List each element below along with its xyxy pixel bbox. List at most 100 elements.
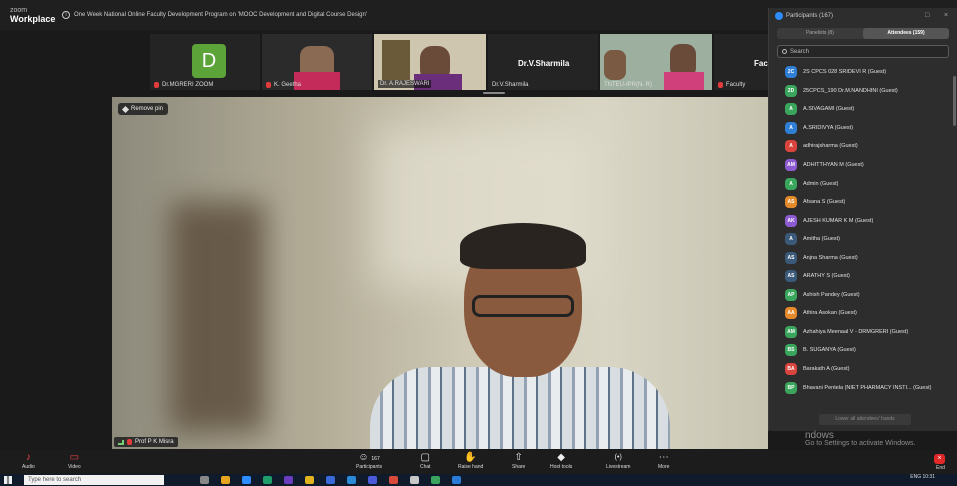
participant-row[interactable]: AM ADHITTHYAN M (Guest) (769, 156, 957, 175)
chrome-icon[interactable] (389, 476, 398, 484)
zoom-icon (775, 12, 783, 20)
participant-row[interactable]: 2C 2S CPCS 028 SRIDEVI R (Guest) (769, 63, 957, 82)
more-button[interactable]: ⋯ More (658, 452, 669, 470)
clock[interactable]: 10:31 (922, 474, 935, 480)
host-tools-button[interactable]: ◆ Host tools (550, 452, 572, 470)
zoom-app-icon[interactable] (242, 476, 251, 484)
tile-name: TNTEU-IPR(N. R) (604, 82, 652, 88)
participant-row[interactable]: A Admin (Guest) (769, 174, 957, 193)
app-icon[interactable] (410, 476, 419, 484)
chat-button[interactable]: ▢ Chat (420, 452, 431, 470)
video-tile[interactable]: K. Geetha (262, 34, 372, 90)
audio-button[interactable]: ♪ Audio (22, 452, 35, 470)
speaker-glasses (472, 295, 574, 317)
participant-name: Admin (Guest) (803, 180, 839, 187)
participant-row[interactable]: BP Bhavani Pentela (NIET PHARMACY INSTI..… (769, 378, 957, 397)
app-icon[interactable] (368, 476, 377, 484)
participant-name: AJESH KUMAR K M (Guest) (803, 217, 874, 224)
task-view-icon[interactable] (200, 476, 209, 484)
windows-taskbar: Type here to search ENG 10:31 (0, 474, 957, 486)
participant-row[interactable]: AS Anjna Sharma (Guest) (769, 248, 957, 267)
participant-name: Azhahiya Meenaal V - DRMGRERI (Guest) (803, 328, 909, 335)
participant-row[interactable]: 2D 25CPCS_190 Dr.M.NANDHINI (Guest) (769, 82, 957, 101)
meeting-info[interactable]: i One Week National Online Faculty Devel… (62, 11, 367, 19)
tile-name: Dr. A.RAJESWARI (378, 80, 432, 88)
app-icon[interactable] (326, 476, 335, 484)
video-tile[interactable]: Dr. A.RAJESWARI (374, 34, 486, 90)
strip-resize-handle[interactable] (483, 92, 505, 94)
language-indicator[interactable]: ENG (910, 474, 921, 480)
participant-name: Ashish Pandey (Guest) (803, 291, 860, 298)
participant-row[interactable]: A A.SRIDIVYA (Guest) (769, 119, 957, 138)
app-icon[interactable] (431, 476, 440, 484)
video-tile[interactable]: D Dr.MGRERI ZOOM (150, 34, 260, 90)
share-button[interactable]: ⇧ Share (512, 452, 525, 470)
windows-start-icon[interactable] (4, 476, 12, 484)
system-tray[interactable]: ENG 10:31 (910, 475, 935, 480)
video-tile[interactable]: Dr.V.Sharmila Dr.V.Sharmila (488, 34, 598, 90)
participant-row[interactable]: AS ARATHY S (Guest) (769, 267, 957, 286)
info-icon[interactable]: i (62, 11, 70, 19)
tab-attendees[interactable]: Attendees (159) (863, 28, 949, 39)
participant-row[interactable]: BS B. SUGANYA (Guest) (769, 341, 957, 360)
participants-icon: ☺ 167 (358, 452, 380, 463)
taskbar-search[interactable]: Type here to search (24, 475, 164, 485)
end-button[interactable]: × (934, 454, 945, 464)
mic-muted-icon (154, 82, 159, 88)
video-tile[interactable]: TNTEU-IPR(N. R) (600, 34, 712, 90)
participant-name: ADHITTHYAN M (Guest) (803, 162, 864, 168)
participant-name: adhirajsharma (Guest) (803, 143, 858, 150)
video-tile[interactable]: Facu Faculty (714, 34, 770, 90)
participant-avatar: BP (785, 381, 797, 394)
participant-avatar: A (785, 233, 797, 246)
participant-list: 2C 2S CPCS 028 SRIDEVI R (Guest) 2D 25CPCS_… (769, 63, 957, 397)
participant-avatar: AP (785, 288, 797, 301)
participant-name: A.SRIDIVYA (Guest) (803, 124, 854, 131)
raise-hand-button[interactable]: ✋ Raise hand (458, 452, 483, 470)
mic-muted-icon (266, 82, 271, 88)
participant-row[interactable]: BA Barakath A (Guest) (769, 360, 957, 379)
close-icon[interactable]: × (944, 12, 948, 19)
app-icon[interactable] (284, 476, 293, 484)
search-icon (782, 49, 787, 54)
participant-row[interactable]: AK AJESH KUMAR K M (Guest) (769, 211, 957, 230)
app-icon[interactable] (305, 476, 314, 484)
brand-bottom: Workplace (10, 14, 56, 24)
participant-row[interactable]: AP Ashish Pandey (Guest) (769, 286, 957, 305)
participant-row[interactable]: Aadhirajsharma (Guest) (769, 137, 957, 156)
taskbar-search-input[interactable]: Type here to search (28, 477, 81, 483)
chat-icon: ▢ (420, 452, 430, 463)
participant-row[interactable]: AA Athira Asokan (Guest) (769, 304, 957, 323)
participant-avatar: AS (785, 251, 797, 264)
video-button[interactable]: ▭ Video (68, 452, 81, 470)
livestream-icon: (•) (614, 454, 622, 461)
participant-avatar: A (785, 177, 797, 190)
participants-tabs: Panelists (8) Attendees (159) (777, 28, 949, 39)
participant-avatar: A (785, 121, 797, 134)
app-icon[interactable] (347, 476, 356, 484)
shield-icon: ◆ (557, 452, 565, 463)
file-explorer-icon[interactable] (221, 476, 230, 484)
participant-row[interactable]: A A.SIVAGAMI (Guest) (769, 100, 957, 119)
participant-row[interactable]: AS Afsana S (Guest) (769, 193, 957, 212)
activation-watermark: ndows Go to Settings to activate Windows… (805, 430, 916, 448)
tab-panelists[interactable]: Panelists (8) (777, 28, 863, 39)
participant-avatar: BS (785, 344, 797, 357)
background-furniture (170, 202, 265, 432)
search-input[interactable]: Search (790, 49, 809, 55)
participant-row[interactable]: A Amitha (Guest) (769, 230, 957, 249)
livestream-button[interactable]: (•) Livestream (606, 452, 630, 470)
app-icon[interactable] (452, 476, 461, 484)
scrollbar[interactable] (953, 76, 956, 126)
participants-button[interactable]: ☺ 167 Participants (356, 452, 382, 470)
participant-row[interactable]: AM Azhahiya Meenaal V - DRMGRERI (Guest) (769, 323, 957, 342)
main-video[interactable]: Remove pin Prof P K Misra (112, 97, 768, 449)
remove-pin-button[interactable]: Remove pin (118, 103, 169, 115)
tile-name: Dr.MGRERI ZOOM (154, 82, 213, 88)
edge-icon[interactable] (263, 476, 272, 484)
participant-avatar: AA (785, 307, 797, 320)
lower-hands-button[interactable]: Lower all attendees' hands (819, 414, 911, 425)
popout-icon[interactable]: □ (925, 12, 929, 19)
participant-search[interactable]: Search (777, 45, 949, 58)
participant-avatar: A (785, 103, 797, 116)
